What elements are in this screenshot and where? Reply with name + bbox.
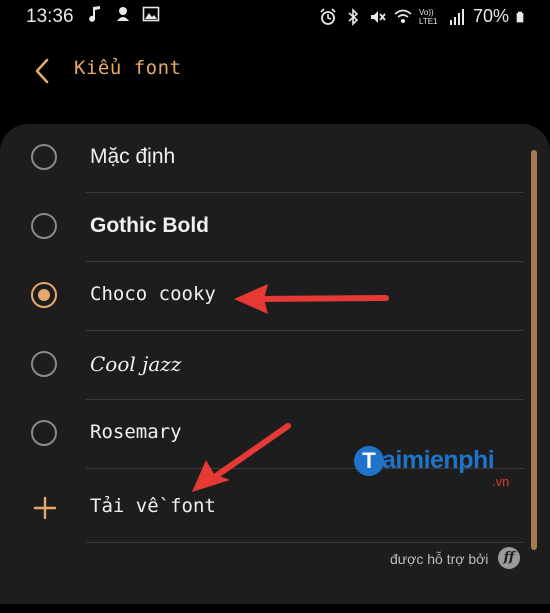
image-icon xyxy=(142,6,160,22)
battery-icon xyxy=(516,11,524,22)
font-option-default[interactable]: Mặc định xyxy=(0,124,530,193)
watermark-brand: aimienphi xyxy=(382,446,495,474)
watermark-logo-mark: T xyxy=(354,446,384,476)
font-option-cool-jazz[interactable]: Cool jazz xyxy=(0,331,530,400)
font-option-label: Mặc định xyxy=(90,145,176,168)
radio-button[interactable] xyxy=(31,213,57,239)
annotation-arrow-right xyxy=(234,284,389,314)
status-time: 13:36 xyxy=(26,6,74,27)
battery-percent: 70% xyxy=(472,6,509,26)
radio-button[interactable] xyxy=(31,420,57,446)
radio-button[interactable] xyxy=(31,351,57,377)
wifi-icon xyxy=(394,9,412,23)
app-header: Kiểu font xyxy=(0,50,550,94)
radio-button-selected[interactable] xyxy=(31,282,57,308)
system-status-icons: Vo)) LTE1 70% xyxy=(319,6,528,27)
music-note-icon xyxy=(89,6,100,22)
mute-icon xyxy=(370,10,386,23)
watermark-suffix: .vn xyxy=(492,474,510,489)
divider xyxy=(86,542,524,543)
font-option-label: Choco cooky xyxy=(90,283,216,305)
annotation-arrow-diagonal xyxy=(192,423,291,492)
notification-icons xyxy=(86,5,160,23)
app-notification-icon xyxy=(117,7,129,21)
plus-icon xyxy=(33,496,57,520)
volte-label: Vo)) LTE1 xyxy=(418,7,438,26)
font-option-gothic-bold[interactable]: Gothic Bold xyxy=(0,193,530,262)
powered-by-text: được hỗ trợ bởi xyxy=(390,551,489,567)
alarm-icon xyxy=(320,7,336,25)
back-button[interactable] xyxy=(30,56,54,86)
download-font-label: Tải về font xyxy=(90,495,216,517)
page-title: Kiểu font xyxy=(74,57,182,79)
scrollbar[interactable] xyxy=(531,150,537,550)
font-option-label: Cool jazz xyxy=(90,352,182,376)
font-option-label: Rosemary xyxy=(90,421,182,443)
status-bar: 13:36 Vo)) LTE1 70% xyxy=(0,0,550,34)
chevron-left-icon xyxy=(35,58,49,84)
watermark-logo: T aimienphi .vn xyxy=(354,444,524,492)
font-option-label: Gothic Bold xyxy=(90,214,209,237)
radio-button[interactable] xyxy=(31,144,57,170)
font-list-card: Mặc định Gothic Bold Choco cooky Cool ja… xyxy=(0,124,550,604)
bluetooth-icon xyxy=(348,7,359,26)
signal-icon xyxy=(449,8,464,25)
font-provider-icon: ff xyxy=(498,547,520,569)
